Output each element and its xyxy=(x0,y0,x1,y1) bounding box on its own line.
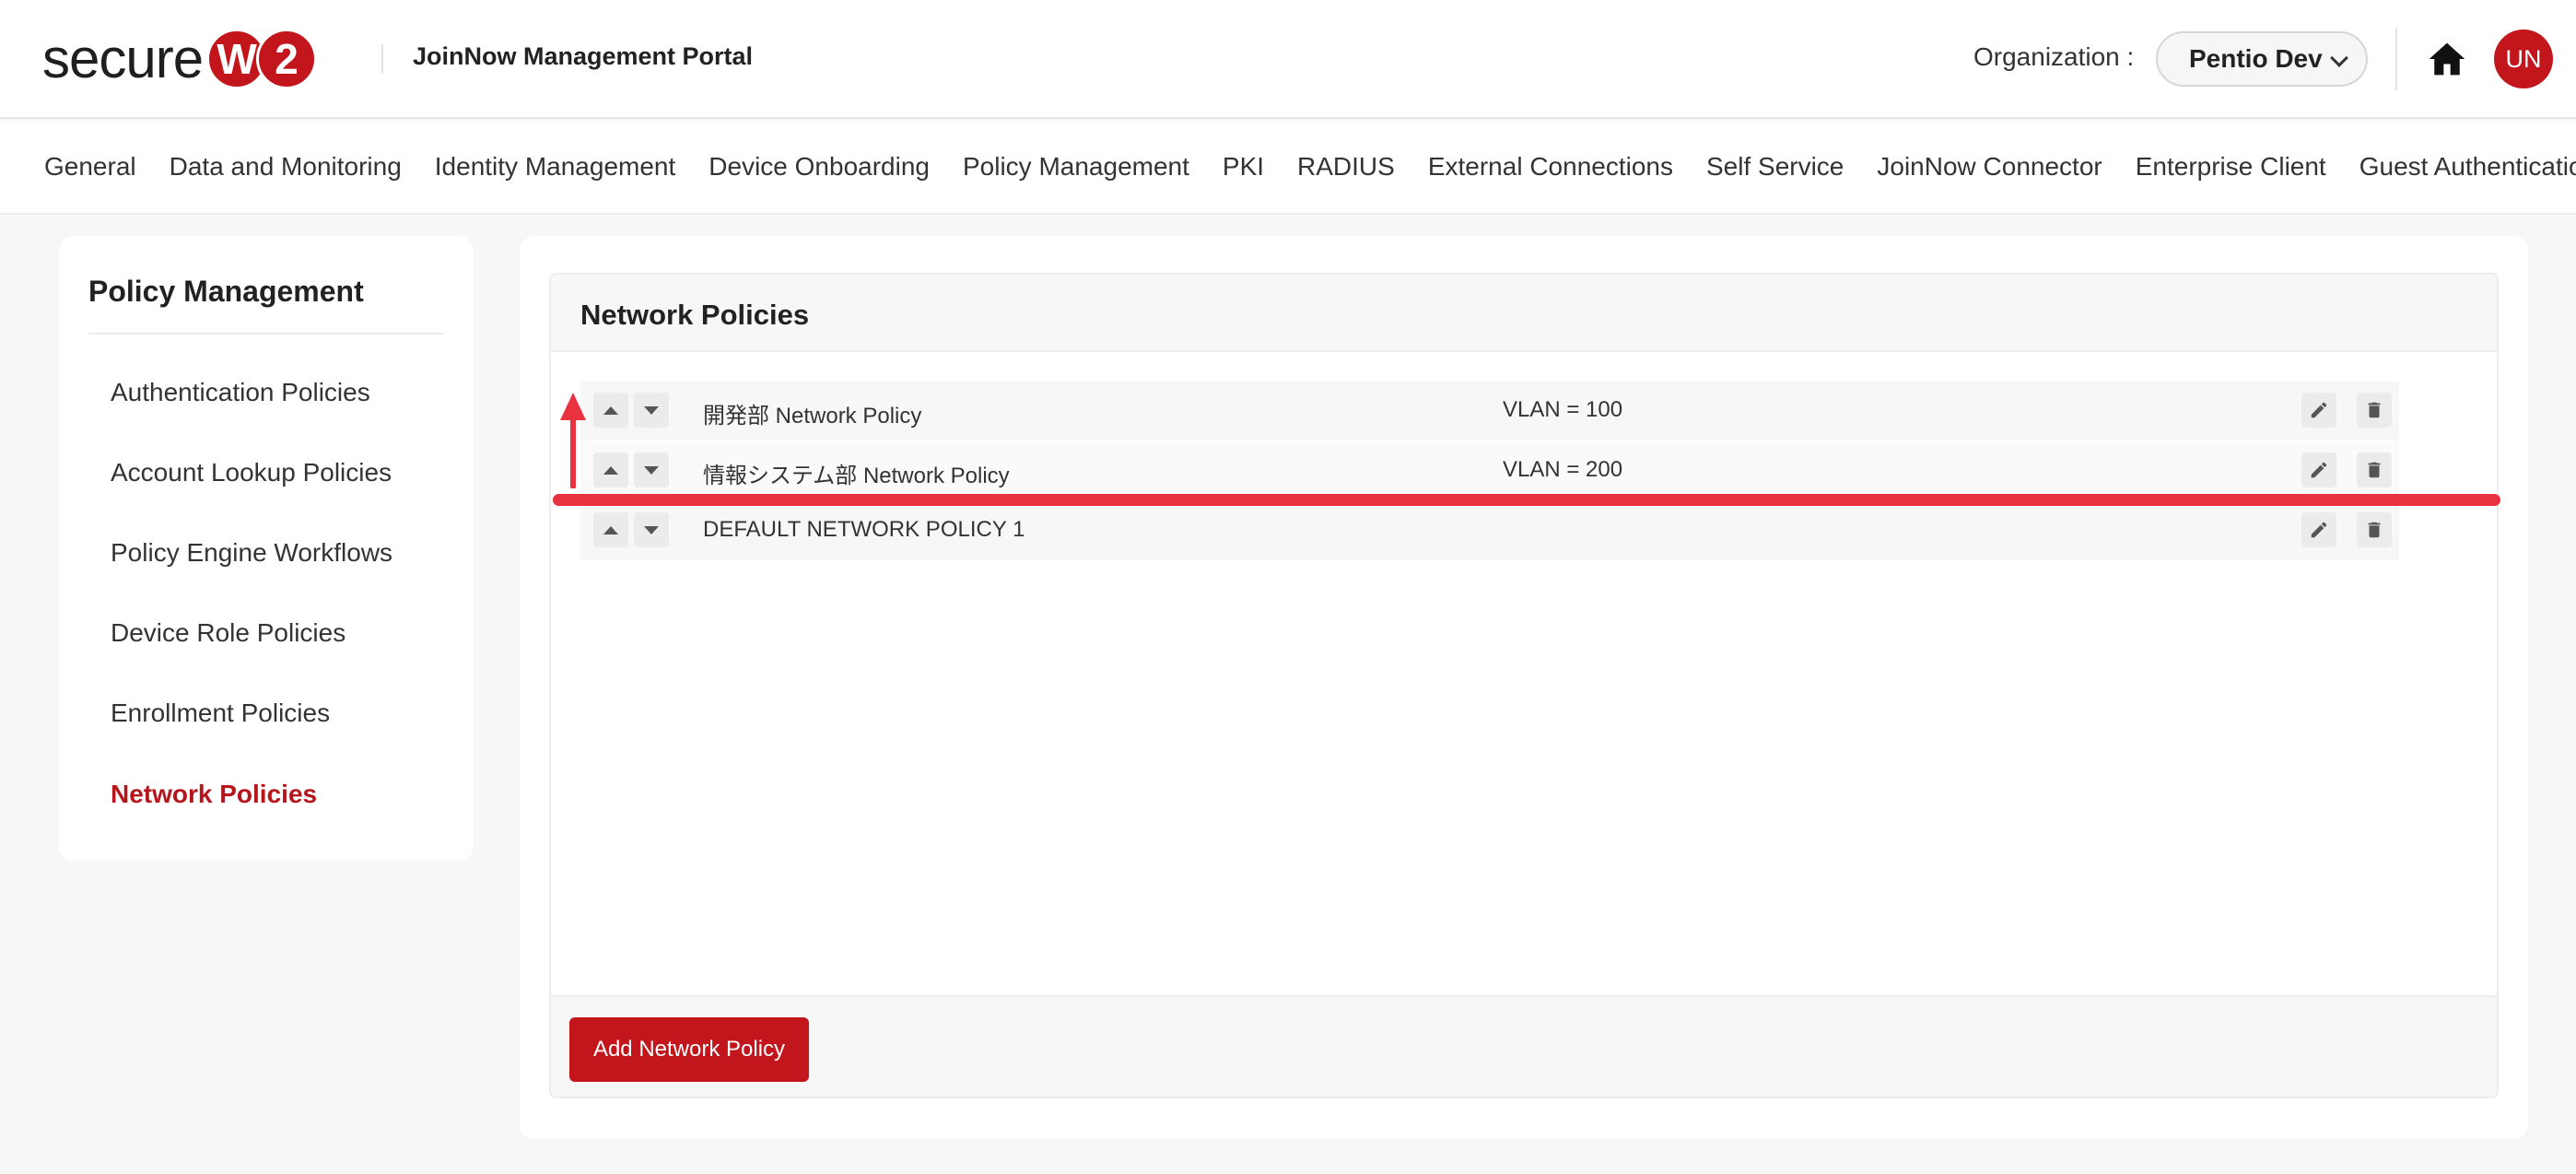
nav-item-data-and-monitoring[interactable]: Data and Monitoring xyxy=(170,152,402,182)
pencil-icon xyxy=(2311,402,2327,418)
triangle-down-icon xyxy=(644,405,659,415)
logo-badge: W 2 xyxy=(206,29,318,89)
nav-item-policy-management[interactable]: Policy Management xyxy=(963,152,1189,182)
trash-icon xyxy=(2368,522,2381,538)
nav-item-device-onboarding[interactable]: Device Onboarding xyxy=(708,152,930,182)
nav-item-external-connections[interactable]: External Connections xyxy=(1428,152,1673,182)
trash-icon xyxy=(2368,402,2381,418)
policy-row[interactable]: 情報システム部 Network Policy VLAN = 200 xyxy=(580,441,2399,500)
header-divider-right xyxy=(2395,28,2397,90)
organization-select[interactable]: Pentio Dev xyxy=(2156,31,2368,87)
nav-item-enterprise-client[interactable]: Enterprise Client xyxy=(2136,152,2326,182)
triangle-up-icon xyxy=(603,525,618,534)
logo-word: secure xyxy=(42,28,204,89)
edit-button[interactable] xyxy=(2301,452,2336,487)
delete-button[interactable] xyxy=(2357,452,2392,487)
user-avatar[interactable]: UN xyxy=(2494,29,2553,88)
move-up-button[interactable] xyxy=(593,393,628,428)
move-up-button[interactable] xyxy=(593,452,628,487)
nav-item-pki[interactable]: PKI xyxy=(1223,152,1264,182)
sidebar-item-network-policies[interactable]: Network Policies xyxy=(111,780,317,809)
annotation-arrow-up-icon xyxy=(560,393,586,488)
edit-button[interactable] xyxy=(2301,512,2336,547)
nav-item-identity-management[interactable]: Identity Management xyxy=(435,152,676,182)
move-up-button[interactable] xyxy=(593,512,628,547)
sidebar-item-device-role-policies[interactable]: Device Role Policies xyxy=(111,618,345,648)
portal-title: JoinNow Management Portal xyxy=(413,42,754,70)
nav-item-self-service[interactable]: Self Service xyxy=(1706,152,1844,182)
policy-row[interactable]: DEFAULT NETWORK POLICY 1 xyxy=(580,501,2399,560)
sidebar-item-account-lookup-policies[interactable]: Account Lookup Policies xyxy=(111,458,392,487)
network-policies-panel: Network Policies 開発部 Network Policy VLAN… xyxy=(549,273,2499,1098)
delete-button[interactable] xyxy=(2357,393,2392,428)
trash-icon xyxy=(2368,462,2381,478)
panel-footer: Add Network Policy xyxy=(551,995,2497,1097)
main-nav: General Data and Monitoring Identity Man… xyxy=(0,121,2576,215)
policy-name[interactable]: 情報システム部 Network Policy xyxy=(703,457,1010,489)
policy-name[interactable]: DEFAULT NETWORK POLICY 1 xyxy=(703,517,1025,543)
sidebar-item-authentication-policies[interactable]: Authentication Policies xyxy=(111,378,370,407)
securew2-logo[interactable]: secure W 2 xyxy=(42,26,318,92)
nav-item-joinnow-connector[interactable]: JoinNow Connector xyxy=(1877,152,2102,182)
organization-label: Organization : xyxy=(1973,42,2135,71)
move-down-button[interactable] xyxy=(634,393,669,428)
sidebar-title: Policy Management xyxy=(88,275,364,308)
nav-item-general[interactable]: General xyxy=(44,152,136,182)
pencil-icon xyxy=(2311,522,2327,538)
organization-value: Pentio Dev xyxy=(2189,44,2323,73)
policy-name[interactable]: 開発部 Network Policy xyxy=(703,397,921,429)
chevron-down-icon xyxy=(2330,49,2348,67)
triangle-down-icon xyxy=(644,525,659,534)
nav-item-guest-authentication[interactable]: Guest Authentication xyxy=(2359,152,2576,182)
annotation-drop-line xyxy=(553,494,2500,506)
nav-item-radius[interactable]: RADIUS xyxy=(1297,152,1395,182)
triangle-up-icon xyxy=(603,405,618,415)
edit-button[interactable] xyxy=(2301,393,2336,428)
home-icon[interactable] xyxy=(2427,39,2467,79)
logo-badge-2: 2 xyxy=(256,29,318,89)
header-divider xyxy=(381,44,383,74)
top-header: secure W 2 JoinNow Management Portal Org… xyxy=(0,0,2576,119)
add-network-policy-button[interactable]: Add Network Policy xyxy=(569,1017,809,1082)
triangle-down-icon xyxy=(644,465,659,475)
policy-row[interactable]: 開発部 Network Policy VLAN = 100 xyxy=(580,382,2399,440)
move-down-button[interactable] xyxy=(634,452,669,487)
policy-vlan: VLAN = 200 xyxy=(1503,457,1623,482)
panel-header: Network Policies xyxy=(551,275,2497,352)
pencil-icon xyxy=(2311,462,2327,478)
main-content: Network Policies 開発部 Network Policy VLAN… xyxy=(520,236,2528,1139)
sidebar-item-enrollment-policies[interactable]: Enrollment Policies xyxy=(111,699,330,728)
sidebar-item-policy-engine-workflows[interactable]: Policy Engine Workflows xyxy=(111,538,392,568)
triangle-up-icon xyxy=(603,465,618,475)
delete-button[interactable] xyxy=(2357,512,2392,547)
panel-title: Network Policies xyxy=(580,299,810,331)
sidebar-divider xyxy=(88,333,444,335)
sidebar: Policy Management Authentication Policie… xyxy=(59,236,474,861)
move-down-button[interactable] xyxy=(634,512,669,547)
policy-vlan: VLAN = 100 xyxy=(1503,397,1623,422)
